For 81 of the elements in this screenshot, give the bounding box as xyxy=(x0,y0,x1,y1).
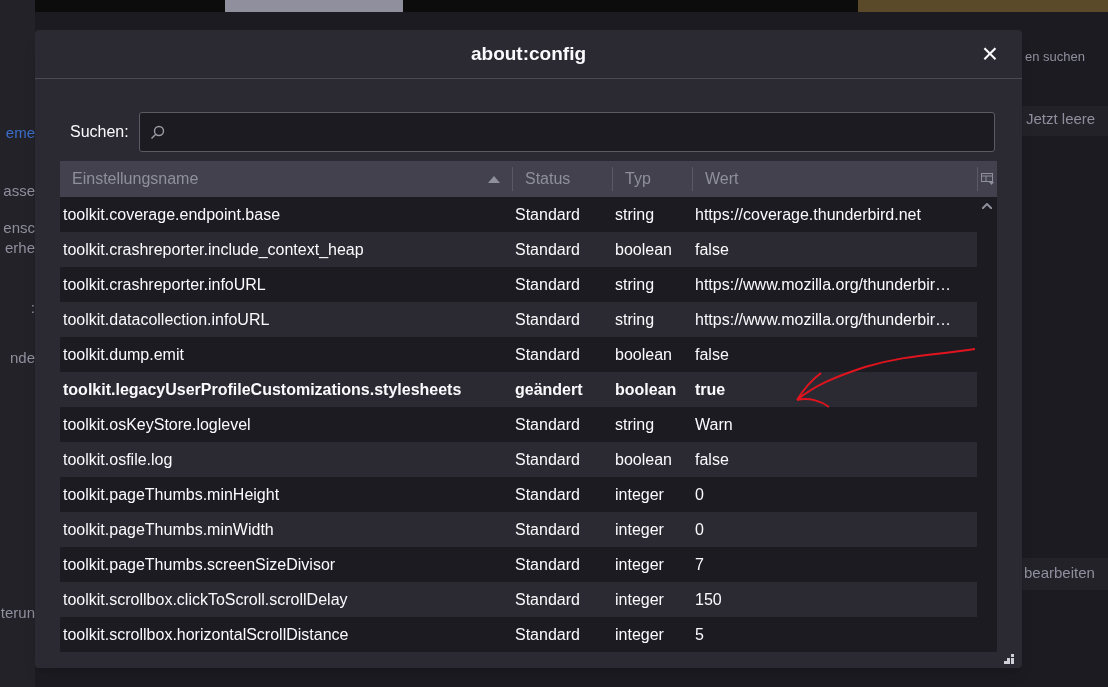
preference-name: toolkit.pageThumbs.minHeight xyxy=(62,484,281,505)
preference-name: toolkit.crashreporter.infoURL xyxy=(62,274,267,295)
preference-name: toolkit.scrollbox.horizontalScrollDistance xyxy=(62,624,350,645)
type-cell-text: boolean xyxy=(614,449,673,470)
type-cell-text: boolean xyxy=(614,239,673,260)
type-cell-text: string xyxy=(614,309,656,330)
status-cell-text: Standard xyxy=(514,484,581,505)
status-cell-text: Standard xyxy=(514,554,581,575)
column-label: Status xyxy=(525,169,571,189)
status-cell-text: Standard xyxy=(514,589,581,610)
type-cell-text: integer xyxy=(614,589,665,610)
type-cell-text: integer xyxy=(614,554,665,575)
status-cell-text: Standard xyxy=(514,624,581,645)
table-row[interactable]: toolkit.legacyUserProfileCustomizations.stylesheets geändert boolean true xyxy=(60,372,977,407)
value-cell-text: false xyxy=(694,344,730,365)
table-row[interactable]: toolkit.datacollection.infoURL Standard string https://www.mozilla.org/thunderbir… xyxy=(60,302,977,337)
status-cell-text: Standard xyxy=(514,239,581,260)
type-cell-text: boolean xyxy=(614,344,673,365)
value-cell-text: 0 xyxy=(694,519,705,540)
search-icon xyxy=(149,124,165,140)
value-cell-text: false xyxy=(694,449,730,470)
status-cell-text: Standard xyxy=(514,309,581,330)
search-field[interactable] xyxy=(138,112,995,152)
column-picker-icon xyxy=(981,173,994,185)
table-row[interactable]: toolkit.crashreporter.include_context_heap Standard boolean false xyxy=(60,232,977,267)
column-picker-button[interactable] xyxy=(977,167,997,191)
value-cell-text: 5 xyxy=(694,624,705,645)
preference-name: toolkit.dump.emit xyxy=(62,344,185,365)
type-cell-text: string xyxy=(614,204,656,225)
dialog-title: about:config xyxy=(471,41,586,66)
preference-name: toolkit.pageThumbs.screenSizeDivisor xyxy=(62,554,337,575)
table-row[interactable]: toolkit.scrollbox.clickToScroll.scrollDelay Standard integer 150 xyxy=(60,582,977,617)
preference-name: toolkit.osKeyStore.loglevel xyxy=(62,414,252,435)
column-label: Wert xyxy=(705,169,739,189)
scroll-up-icon[interactable] xyxy=(982,203,992,209)
type-cell-text: string xyxy=(614,274,656,295)
value-cell-text: https://coverage.thunderbird.net xyxy=(694,204,922,225)
column-label: Einstellungsname xyxy=(72,169,199,189)
value-cell-text: Warn xyxy=(694,414,734,435)
type-cell-text: integer xyxy=(614,624,665,645)
sidebar-text: asse xyxy=(3,181,35,201)
status-cell-text: geändert xyxy=(514,379,584,400)
preference-name: toolkit.scrollbox.clickToScroll.scrollDelay xyxy=(62,589,349,610)
resize-grip-icon[interactable] xyxy=(1004,654,1014,664)
preference-name: toolkit.datacollection.infoURL xyxy=(62,309,271,330)
sidebar-text: erhe xyxy=(4,238,35,258)
sidebar-text: terun xyxy=(0,603,35,623)
value-cell-text: 7 xyxy=(694,554,705,575)
sidebar-text: : xyxy=(30,298,35,318)
preference-name: toolkit.coverage.endpoint.base xyxy=(62,204,282,225)
status-cell-text: Standard xyxy=(514,274,581,295)
search-label: Suchen: xyxy=(70,122,129,142)
table-row[interactable]: toolkit.pageThumbs.minWidth Standard integer 0 xyxy=(60,512,977,547)
value-cell-text: 0 xyxy=(694,484,705,505)
close-button[interactable]: × xyxy=(981,40,998,68)
value-cell-text: true xyxy=(694,379,727,400)
clear-button[interactable]: Jetzt leere xyxy=(1022,106,1108,136)
type-cell-text: integer xyxy=(614,519,665,540)
column-label: Typ xyxy=(625,169,651,189)
value-cell-text: https://www.mozilla.org/thunderbir… xyxy=(694,309,953,330)
status-cell-text: Standard xyxy=(514,344,581,365)
preference-name: toolkit.legacyUserProfileCustomizations.stylesheets xyxy=(62,379,463,400)
value-cell-text: 150 xyxy=(694,589,723,610)
scrollbar[interactable] xyxy=(977,197,997,652)
sidebar-text: nde xyxy=(9,348,35,368)
value-cell-text: https://www.mozilla.org/thunderbir… xyxy=(694,274,953,295)
status-cell-text: Standard xyxy=(514,204,581,225)
preference-name: toolkit.osfile.log xyxy=(62,449,174,470)
table-row[interactable]: toolkit.osfile.log Standard boolean false xyxy=(60,442,977,477)
search-field[interactable]: en suchen xyxy=(1025,47,1085,67)
value-cell-text: false xyxy=(694,239,730,260)
preference-name: toolkit.pageThumbs.minWidth xyxy=(62,519,275,540)
type-cell-text: string xyxy=(614,414,656,435)
status-cell-text: Standard xyxy=(514,449,581,470)
type-cell-text: integer xyxy=(614,484,665,505)
status-cell-text: Standard xyxy=(514,519,581,540)
preference-name: toolkit.crashreporter.include_context_heap xyxy=(62,239,365,260)
sidebar-text: ensc xyxy=(3,218,35,238)
status-cell-text: Standard xyxy=(514,414,581,435)
type-cell-text: boolean xyxy=(614,379,678,400)
edit-button[interactable]: bearbeiten xyxy=(1022,558,1108,590)
